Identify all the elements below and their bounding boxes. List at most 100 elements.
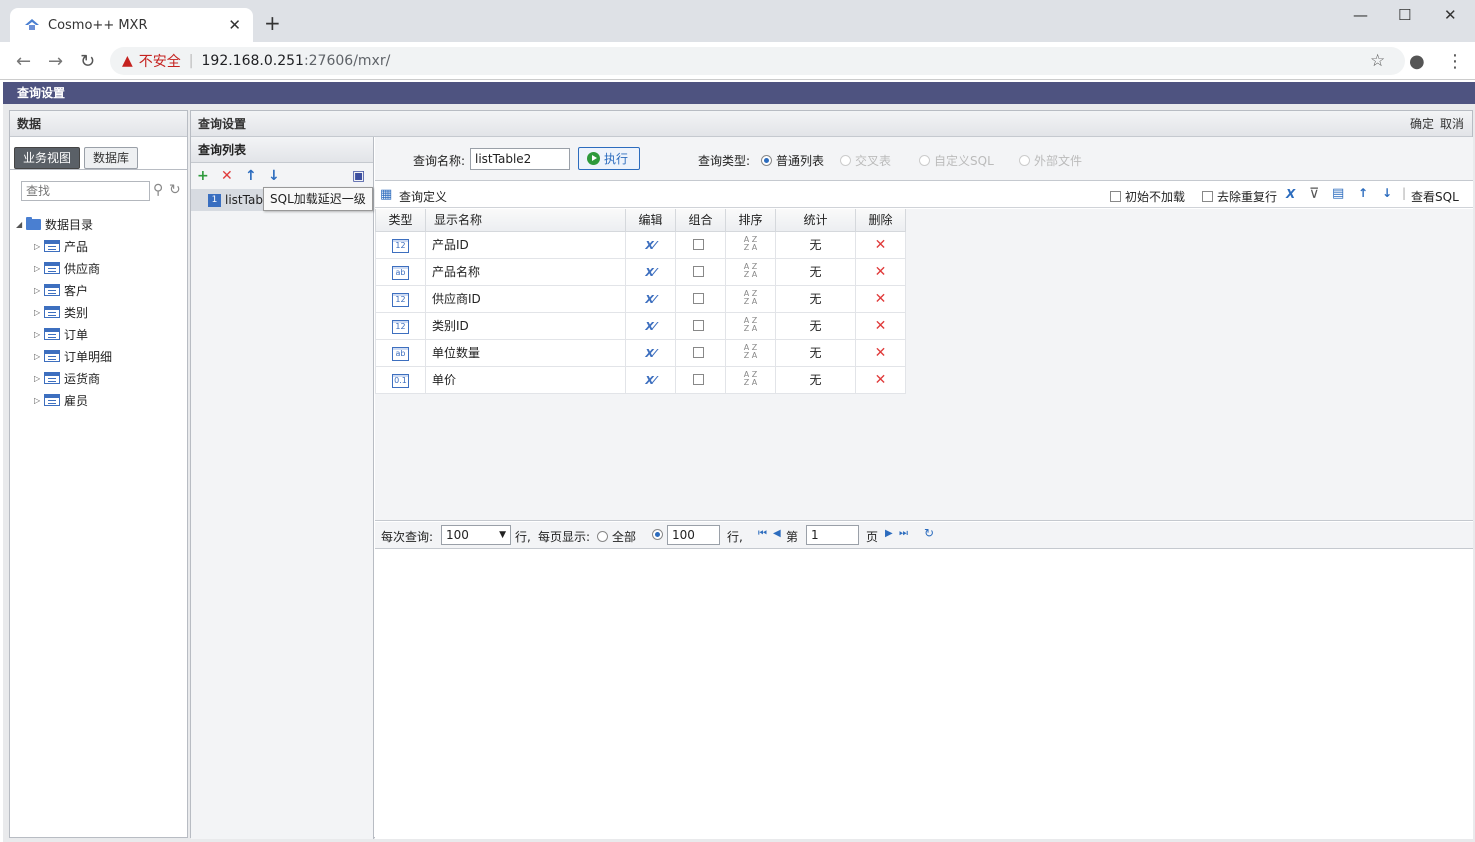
sort-icon[interactable]: A ZZ A (744, 236, 758, 252)
sort-icon[interactable]: A ZZ A (744, 371, 758, 387)
delete-row-icon[interactable]: ✕ (875, 264, 887, 280)
tree-node[interactable]: ▷ 运货商 (34, 369, 100, 387)
cancel-button[interactable]: 取消 (1440, 111, 1464, 137)
minimize-icon[interactable]: — (1353, 6, 1368, 24)
filter-icon[interactable]: ⊽ (1309, 186, 1319, 202)
first-page-icon[interactable]: ⏮ (758, 528, 767, 539)
table-row[interactable]: 0.1 单价 X⁄ A ZZ A 无 ✕ (375, 365, 906, 394)
browser-tab[interactable]: Cosmo++ MXR ✕ (10, 8, 253, 42)
menu-icon[interactable]: ⋮ (1446, 51, 1464, 72)
edit-icon[interactable]: X⁄ (645, 347, 655, 360)
delete-icon[interactable]: ✕ (221, 168, 233, 184)
view-sql-button[interactable]: 查看SQL (1411, 188, 1459, 205)
edit-icon[interactable]: X⁄ (645, 239, 655, 252)
column-header: 编辑 (625, 209, 676, 232)
refresh-icon[interactable]: ↻ (169, 182, 181, 198)
list-item-label: listTabl (225, 193, 267, 207)
per-page-input[interactable]: 100 (667, 525, 720, 545)
group-checkbox[interactable] (693, 265, 704, 277)
reload-icon[interactable]: ↻ (80, 51, 95, 72)
delete-row-icon[interactable]: ✕ (875, 345, 887, 361)
tab-close-icon[interactable]: ✕ (228, 16, 241, 34)
table-row[interactable]: ab 单位数量 X⁄ A ZZ A 无 ✕ (375, 338, 906, 367)
tree-node[interactable]: ▷ 产品 (34, 237, 88, 255)
sort-icon[interactable]: A ZZ A (744, 290, 758, 306)
tree-node[interactable]: ▷ 供应商 (34, 259, 100, 277)
columns-icon[interactable]: ▤ (1332, 186, 1344, 201)
next-page-icon[interactable]: ▶ (885, 528, 893, 539)
excel-icon[interactable]: X (1286, 187, 1295, 201)
group-checkbox[interactable] (693, 292, 704, 304)
edit-icon[interactable]: X⁄ (645, 320, 655, 333)
table-row[interactable]: 12 产品ID X⁄ A ZZ A 无 ✕ (375, 230, 906, 259)
tree-node[interactable]: ▷ 订单 (34, 325, 88, 343)
query-name-input[interactable]: listTable2 (470, 148, 570, 170)
edit-icon[interactable]: X⁄ (645, 266, 655, 279)
sort-icon[interactable]: A ZZ A (744, 263, 758, 279)
group-checkbox[interactable] (693, 373, 704, 385)
stat-value[interactable]: 无 (775, 284, 856, 313)
page-input[interactable]: 1 (806, 525, 859, 545)
new-tab-button[interactable]: + (264, 13, 281, 33)
maximize-icon[interactable]: ☐ (1398, 6, 1411, 24)
delete-row-icon[interactable]: ✕ (875, 372, 887, 388)
tree-node[interactable]: ▷ 客户 (34, 281, 88, 299)
per-query-select[interactable]: 100 ▼ (441, 525, 511, 545)
back-icon[interactable]: ← (16, 51, 31, 72)
run-button[interactable]: 执行 (578, 147, 640, 170)
refresh-icon[interactable]: ↻ (924, 526, 934, 540)
group-checkbox[interactable] (693, 238, 704, 250)
ok-button[interactable]: 确定 (1410, 111, 1434, 137)
account-icon[interactable]: ● (1409, 51, 1425, 72)
last-page-icon[interactable]: ⏭ (899, 528, 908, 539)
search-input[interactable] (21, 181, 150, 201)
close-window-icon[interactable]: ✕ (1444, 6, 1457, 24)
delete-row-icon[interactable]: ✕ (875, 237, 887, 253)
stat-value[interactable]: 无 (775, 311, 856, 340)
collapsed-icon: ▷ (34, 263, 41, 273)
edit-icon[interactable]: X⁄ (645, 293, 655, 306)
initial-no-load-checkbox[interactable]: 初始不加载 (1110, 188, 1185, 205)
add-icon[interactable]: + (197, 168, 209, 184)
tree-node[interactable]: ▷ 雇员 (34, 391, 88, 409)
tree-node-label: 订单 (64, 327, 89, 342)
table-icon (44, 350, 60, 362)
edit-icon[interactable]: X⁄ (645, 374, 655, 387)
table-row[interactable]: ab 产品名称 X⁄ A ZZ A 无 ✕ (375, 257, 906, 286)
group-checkbox[interactable] (693, 346, 704, 358)
stat-value[interactable]: 无 (775, 365, 856, 394)
tab-title: Cosmo++ MXR (48, 17, 148, 33)
table-row[interactable]: 12 类别ID X⁄ A ZZ A 无 ✕ (375, 311, 906, 340)
tree-root[interactable]: ◢ 数据目录 (16, 215, 93, 233)
search-icon[interactable]: ⚲ (153, 182, 163, 198)
save-icon[interactable]: ▣ (352, 168, 365, 184)
move-down-icon[interactable]: ↓ (268, 168, 280, 184)
delete-row-icon[interactable]: ✕ (875, 291, 887, 307)
query-editor: 查询名称: listTable2 执行 查询类型: 普通列表 交叉表 自定义SQ… (375, 137, 1473, 839)
stat-value[interactable]: 无 (775, 338, 856, 367)
page-suffix: 页 (866, 530, 879, 544)
tab-database[interactable]: 数据库 (84, 147, 139, 169)
forward-icon[interactable]: → (48, 51, 63, 72)
star-icon[interactable]: ☆ (1370, 51, 1385, 71)
move-up-icon[interactable]: ↑ (245, 168, 257, 184)
stat-value[interactable]: 无 (775, 257, 856, 286)
prev-page-icon[interactable]: ◀ (773, 528, 781, 539)
move-down-icon[interactable]: ↓ (1382, 186, 1392, 200)
move-up-icon[interactable]: ↑ (1358, 186, 1368, 200)
per-page-radio[interactable] (652, 528, 667, 542)
tree-node[interactable]: ▷ 类别 (34, 303, 88, 321)
sort-icon[interactable]: A ZZ A (744, 317, 758, 333)
stat-value[interactable]: 无 (775, 230, 856, 259)
type-radio-list[interactable]: 普通列表 (761, 152, 824, 169)
show-all-radio[interactable]: 全部 (597, 528, 636, 545)
group-checkbox[interactable] (693, 319, 704, 331)
type-label-sql: 自定义SQL (934, 154, 994, 168)
table-row[interactable]: 12 供应商ID X⁄ A ZZ A 无 ✕ (375, 284, 906, 313)
sort-icon[interactable]: A ZZ A (744, 344, 758, 360)
delete-row-icon[interactable]: ✕ (875, 318, 887, 334)
tab-business-view[interactable]: 业务视图 (14, 147, 81, 169)
remove-duplicates-checkbox[interactable]: 去除重复行 (1202, 188, 1277, 205)
tree-node[interactable]: ▷ 订单明细 (34, 347, 112, 365)
address-bar[interactable]: ▲ 不安全 | 192.168.0.251 :27606/mxr/ (110, 47, 1405, 75)
